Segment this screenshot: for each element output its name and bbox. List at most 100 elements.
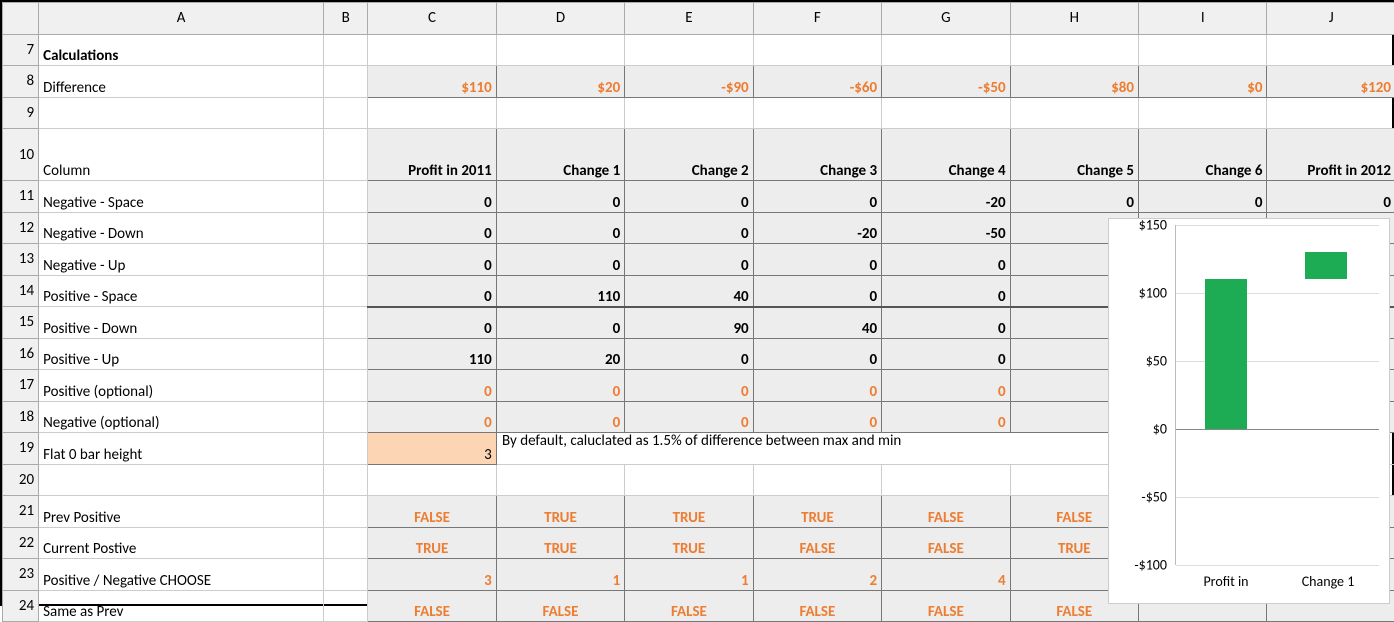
cell[interactable]: Calculations: [39, 34, 324, 66]
cell[interactable]: [1267, 97, 1394, 129]
cell[interactable]: 0: [496, 181, 624, 213]
row-header[interactable]: 13: [3, 244, 39, 276]
cell[interactable]: TRUE: [625, 496, 753, 528]
cell[interactable]: TRUE: [496, 527, 624, 559]
cell[interactable]: 0: [753, 181, 881, 213]
cell[interactable]: FALSE: [882, 527, 1010, 559]
row-header[interactable]: 10: [3, 129, 39, 181]
cell[interactable]: [324, 66, 368, 98]
cell[interactable]: 0: [753, 401, 881, 433]
cell[interactable]: 3: [368, 559, 496, 591]
cell[interactable]: [496, 97, 624, 129]
cell[interactable]: 0: [368, 275, 496, 307]
cell[interactable]: Prev Positive: [39, 496, 324, 528]
cell[interactable]: TRUE: [753, 496, 881, 528]
cell[interactable]: $110: [368, 66, 496, 98]
cell[interactable]: -20: [753, 212, 881, 244]
cell[interactable]: 40: [625, 275, 753, 307]
col-header[interactable]: F: [753, 3, 881, 35]
cell[interactable]: [625, 464, 753, 496]
cell[interactable]: [496, 34, 624, 66]
cell[interactable]: 0: [368, 307, 496, 339]
cell[interactable]: [324, 433, 368, 465]
cell[interactable]: [753, 97, 881, 129]
cell[interactable]: [324, 401, 368, 433]
cell[interactable]: 0: [882, 338, 1010, 370]
cell[interactable]: $80: [1010, 66, 1138, 98]
row-header[interactable]: 9: [3, 97, 39, 129]
cell[interactable]: Positive - Down: [39, 307, 324, 339]
cell[interactable]: Current Postive: [39, 527, 324, 559]
cell[interactable]: 0: [753, 275, 881, 307]
cell[interactable]: Negative - Up: [39, 244, 324, 276]
cell[interactable]: 0: [1267, 181, 1394, 213]
cell[interactable]: 0: [1139, 181, 1267, 213]
cell[interactable]: Column: [39, 129, 324, 181]
cell[interactable]: Negative - Down: [39, 212, 324, 244]
cell[interactable]: 40: [753, 307, 881, 339]
cell[interactable]: TRUE: [368, 527, 496, 559]
cell[interactable]: [1010, 34, 1138, 66]
cell[interactable]: Difference: [39, 66, 324, 98]
cell[interactable]: 0: [753, 244, 881, 276]
cell[interactable]: Positive (optional): [39, 370, 324, 402]
row-header[interactable]: 12: [3, 212, 39, 244]
col-header[interactable]: E: [625, 3, 753, 35]
cell[interactable]: 0: [496, 307, 624, 339]
corner-cell[interactable]: [3, 3, 39, 35]
row-header[interactable]: 7: [3, 34, 39, 66]
cell[interactable]: [324, 370, 368, 402]
cell[interactable]: 0: [368, 181, 496, 213]
cell[interactable]: 20: [496, 338, 624, 370]
cell[interactable]: Change 1: [496, 129, 624, 181]
cell[interactable]: [324, 338, 368, 370]
cell[interactable]: [39, 464, 324, 496]
cell[interactable]: 0: [368, 212, 496, 244]
row-header[interactable]: 18: [3, 401, 39, 433]
col-header[interactable]: J: [1267, 3, 1394, 35]
cell[interactable]: Positive / Negative CHOOSE: [39, 559, 324, 591]
cell[interactable]: [625, 97, 753, 129]
row-header[interactable]: 8: [3, 66, 39, 98]
cell[interactable]: 90: [625, 307, 753, 339]
cell[interactable]: [324, 181, 368, 213]
cell[interactable]: [368, 97, 496, 129]
cell[interactable]: Flat 0 bar height: [39, 433, 324, 465]
cell[interactable]: [324, 129, 368, 181]
cell[interactable]: [39, 97, 324, 129]
col-header[interactable]: I: [1139, 3, 1267, 35]
cell[interactable]: FALSE: [368, 496, 496, 528]
cell[interactable]: FALSE: [882, 496, 1010, 528]
cell[interactable]: 0: [496, 401, 624, 433]
cell[interactable]: 0: [882, 244, 1010, 276]
cell[interactable]: Profit in 2011: [368, 129, 496, 181]
cell[interactable]: -$60: [753, 66, 881, 98]
cell[interactable]: [324, 527, 368, 559]
cell[interactable]: Negative (optional): [39, 401, 324, 433]
cell[interactable]: FALSE: [753, 527, 881, 559]
cell[interactable]: [753, 464, 881, 496]
cell[interactable]: [324, 97, 368, 129]
row-header[interactable]: 11: [3, 181, 39, 213]
row-header[interactable]: 14: [3, 275, 39, 307]
cell[interactable]: Profit in 2012: [1267, 129, 1394, 181]
cell[interactable]: $120: [1267, 66, 1394, 98]
cell[interactable]: 0: [496, 370, 624, 402]
cell[interactable]: [1267, 34, 1394, 66]
cell[interactable]: Change 5: [1010, 129, 1138, 181]
cell[interactable]: $0: [1139, 66, 1267, 98]
cell[interactable]: [753, 34, 881, 66]
cell[interactable]: [1139, 97, 1267, 129]
row-header[interactable]: 19: [3, 433, 39, 465]
cell[interactable]: 0: [368, 244, 496, 276]
row-header[interactable]: 22: [3, 527, 39, 559]
cell[interactable]: 0: [625, 212, 753, 244]
cell[interactable]: TRUE: [625, 527, 753, 559]
cell[interactable]: 0: [882, 401, 1010, 433]
cell[interactable]: [1139, 34, 1267, 66]
cell[interactable]: 0: [882, 370, 1010, 402]
row-header[interactable]: 17: [3, 370, 39, 402]
cell[interactable]: Change 2: [625, 129, 753, 181]
cell[interactable]: 0: [368, 370, 496, 402]
cell[interactable]: Change 4: [882, 129, 1010, 181]
